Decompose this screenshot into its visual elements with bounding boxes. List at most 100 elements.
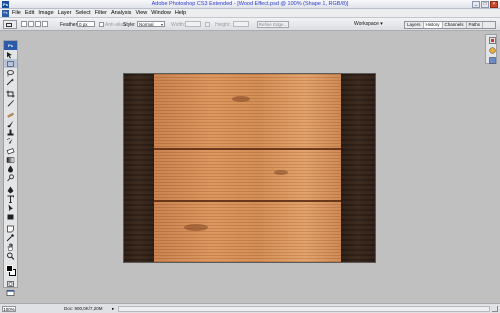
menu-analysis[interactable]: Analysis bbox=[111, 10, 131, 16]
arrow-black-icon bbox=[8, 204, 13, 211]
dark-wood-left-strip bbox=[124, 74, 154, 262]
resize-grip-icon[interactable] bbox=[492, 306, 498, 312]
foreground-color-swatch[interactable] bbox=[6, 265, 13, 272]
menu-image[interactable]: Image bbox=[38, 10, 53, 16]
tab-channels[interactable]: Channels bbox=[443, 22, 467, 28]
screen-mode-toggle[interactable] bbox=[4, 288, 17, 297]
clone-stamp-tool[interactable] bbox=[4, 128, 17, 137]
wood-knot bbox=[232, 96, 250, 102]
droplet-icon bbox=[8, 165, 13, 172]
dark-wood-right-strip bbox=[341, 74, 375, 262]
styles-palette-button[interactable] bbox=[487, 56, 497, 65]
eraser-tool[interactable] bbox=[4, 146, 17, 155]
rectangular-marquee-icon bbox=[6, 23, 12, 27]
style-label: Style: bbox=[123, 22, 136, 28]
lasso-tool[interactable] bbox=[4, 68, 17, 77]
notes-tool[interactable] bbox=[4, 224, 17, 233]
quick-mask-toggle[interactable] bbox=[4, 279, 17, 288]
menu-file[interactable]: File bbox=[12, 10, 21, 16]
move-tool[interactable] bbox=[4, 50, 17, 59]
menu-edit[interactable]: Edit bbox=[25, 10, 34, 16]
workspace-menu[interactable]: Workspace ▾ bbox=[354, 21, 383, 27]
intersect-selection-icon[interactable] bbox=[42, 21, 48, 27]
tab-layers[interactable]: Layers bbox=[405, 22, 424, 28]
wood-planks bbox=[154, 74, 343, 262]
close-button[interactable]: × bbox=[490, 1, 498, 8]
window-title: Adobe Photoshop CS3 Extended - [Wood Eff… bbox=[151, 1, 349, 7]
selection-mode-group bbox=[21, 21, 48, 27]
plank-seam bbox=[154, 148, 343, 150]
feather-input[interactable]: 0 px bbox=[77, 21, 95, 27]
tool-preset-picker[interactable] bbox=[3, 20, 17, 29]
subtract-selection-icon[interactable] bbox=[35, 21, 41, 27]
refine-edge-button[interactable]: Refine Edge... bbox=[257, 21, 289, 28]
tab-history[interactable]: History bbox=[423, 22, 443, 28]
swap-dimensions-icon[interactable] bbox=[205, 22, 210, 27]
menu-bar: Ps File Edit Image Layer Select Filter A… bbox=[0, 9, 500, 18]
color-palette-button[interactable] bbox=[487, 46, 497, 55]
width-input[interactable] bbox=[185, 21, 201, 27]
menu-filter[interactable]: Filter bbox=[95, 10, 107, 16]
document-canvas[interactable] bbox=[123, 73, 376, 263]
styles-icon bbox=[488, 57, 496, 64]
minimize-button[interactable]: _ bbox=[472, 1, 480, 8]
wood-plank bbox=[154, 201, 343, 262]
path-selection-tool[interactable] bbox=[4, 203, 17, 212]
width-label: Width: bbox=[171, 22, 186, 28]
menu-help[interactable]: Help bbox=[175, 10, 186, 16]
healing-brush-tool[interactable] bbox=[4, 110, 17, 119]
tab-paths[interactable]: Paths bbox=[467, 22, 484, 28]
history-brush-tool[interactable] bbox=[4, 137, 17, 146]
horizontal-scrollbar[interactable] bbox=[118, 306, 490, 312]
crop-icon bbox=[6, 90, 15, 97]
magic-wand-tool[interactable] bbox=[4, 77, 17, 86]
style-select[interactable]: Normal ▾ bbox=[137, 21, 165, 27]
wood-knot bbox=[274, 170, 288, 175]
type-icon bbox=[7, 195, 14, 203]
toolbox-header[interactable]: Ps bbox=[4, 41, 17, 50]
zoom-level-field[interactable]: 100% bbox=[2, 306, 16, 312]
wood-plank bbox=[154, 149, 343, 201]
plank-seam bbox=[154, 200, 343, 202]
slice-icon bbox=[7, 99, 14, 106]
navigator-icon bbox=[488, 37, 496, 44]
brush-tool[interactable] bbox=[4, 119, 17, 128]
eraser-icon bbox=[6, 147, 15, 154]
blur-tool[interactable] bbox=[4, 164, 17, 173]
quick-mask-icon bbox=[7, 280, 14, 287]
antialias-checkbox[interactable] bbox=[99, 22, 104, 27]
crop-tool[interactable] bbox=[4, 89, 17, 98]
menu-select[interactable]: Select bbox=[75, 10, 90, 16]
menu-window[interactable]: Window bbox=[151, 10, 171, 16]
style-select-value: Normal bbox=[139, 22, 154, 27]
wood-plank bbox=[154, 74, 343, 149]
move-icon bbox=[7, 51, 12, 58]
marquee-icon bbox=[7, 60, 14, 67]
type-tool[interactable] bbox=[4, 194, 17, 203]
marquee-tool[interactable] bbox=[4, 59, 17, 68]
zoom-tool[interactable] bbox=[4, 251, 17, 260]
height-input[interactable] bbox=[233, 21, 249, 27]
history-brush-icon bbox=[6, 137, 13, 144]
hand-tool[interactable] bbox=[4, 242, 17, 251]
document-size-info: Doc: 900,0K/7,20M bbox=[64, 306, 103, 311]
pen-tool[interactable] bbox=[4, 185, 17, 194]
maximize-button[interactable]: □ bbox=[481, 1, 489, 8]
navigator-palette-button[interactable] bbox=[487, 36, 497, 45]
new-selection-icon[interactable] bbox=[21, 21, 27, 27]
gradient-tool[interactable] bbox=[4, 155, 17, 164]
shape-tool[interactable] bbox=[4, 212, 17, 221]
window-controls: _ □ × bbox=[472, 1, 498, 8]
status-menu-arrow-icon[interactable]: ▸ bbox=[112, 306, 114, 312]
slice-tool[interactable] bbox=[4, 98, 17, 107]
menu-view[interactable]: View bbox=[135, 10, 147, 16]
ps-menu-logo[interactable]: Ps bbox=[2, 9, 9, 17]
add-to-selection-icon[interactable] bbox=[28, 21, 34, 27]
eyedropper-tool[interactable] bbox=[4, 233, 17, 242]
rectangle-icon bbox=[7, 214, 14, 219]
menu-layer[interactable]: Layer bbox=[58, 10, 72, 16]
toolbox: Ps bbox=[3, 40, 18, 296]
gradient-icon bbox=[6, 156, 15, 163]
dodge-tool[interactable] bbox=[4, 173, 17, 182]
color-icon bbox=[488, 47, 496, 54]
